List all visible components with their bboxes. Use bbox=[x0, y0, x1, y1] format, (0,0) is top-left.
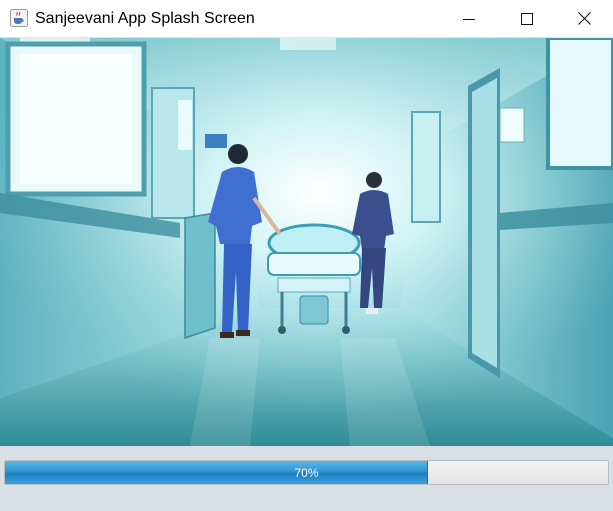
close-icon bbox=[577, 12, 591, 25]
progress-bar: 70% bbox=[4, 460, 609, 485]
minimize-button[interactable] bbox=[440, 0, 498, 37]
java-coffee-cup-icon[interactable] bbox=[10, 9, 28, 27]
close-button[interactable] bbox=[555, 0, 613, 37]
window-title: Sanjeevani App Splash Screen bbox=[35, 10, 255, 27]
maximize-button[interactable] bbox=[498, 0, 556, 37]
progress-label: 70% bbox=[294, 465, 319, 480]
hospital-corridor-photo bbox=[0, 38, 613, 446]
title-bar: Sanjeevani App Splash Screen bbox=[0, 0, 613, 38]
progress-area: 70% bbox=[0, 446, 613, 511]
maximize-icon bbox=[521, 12, 533, 25]
minimize-icon bbox=[463, 18, 475, 20]
